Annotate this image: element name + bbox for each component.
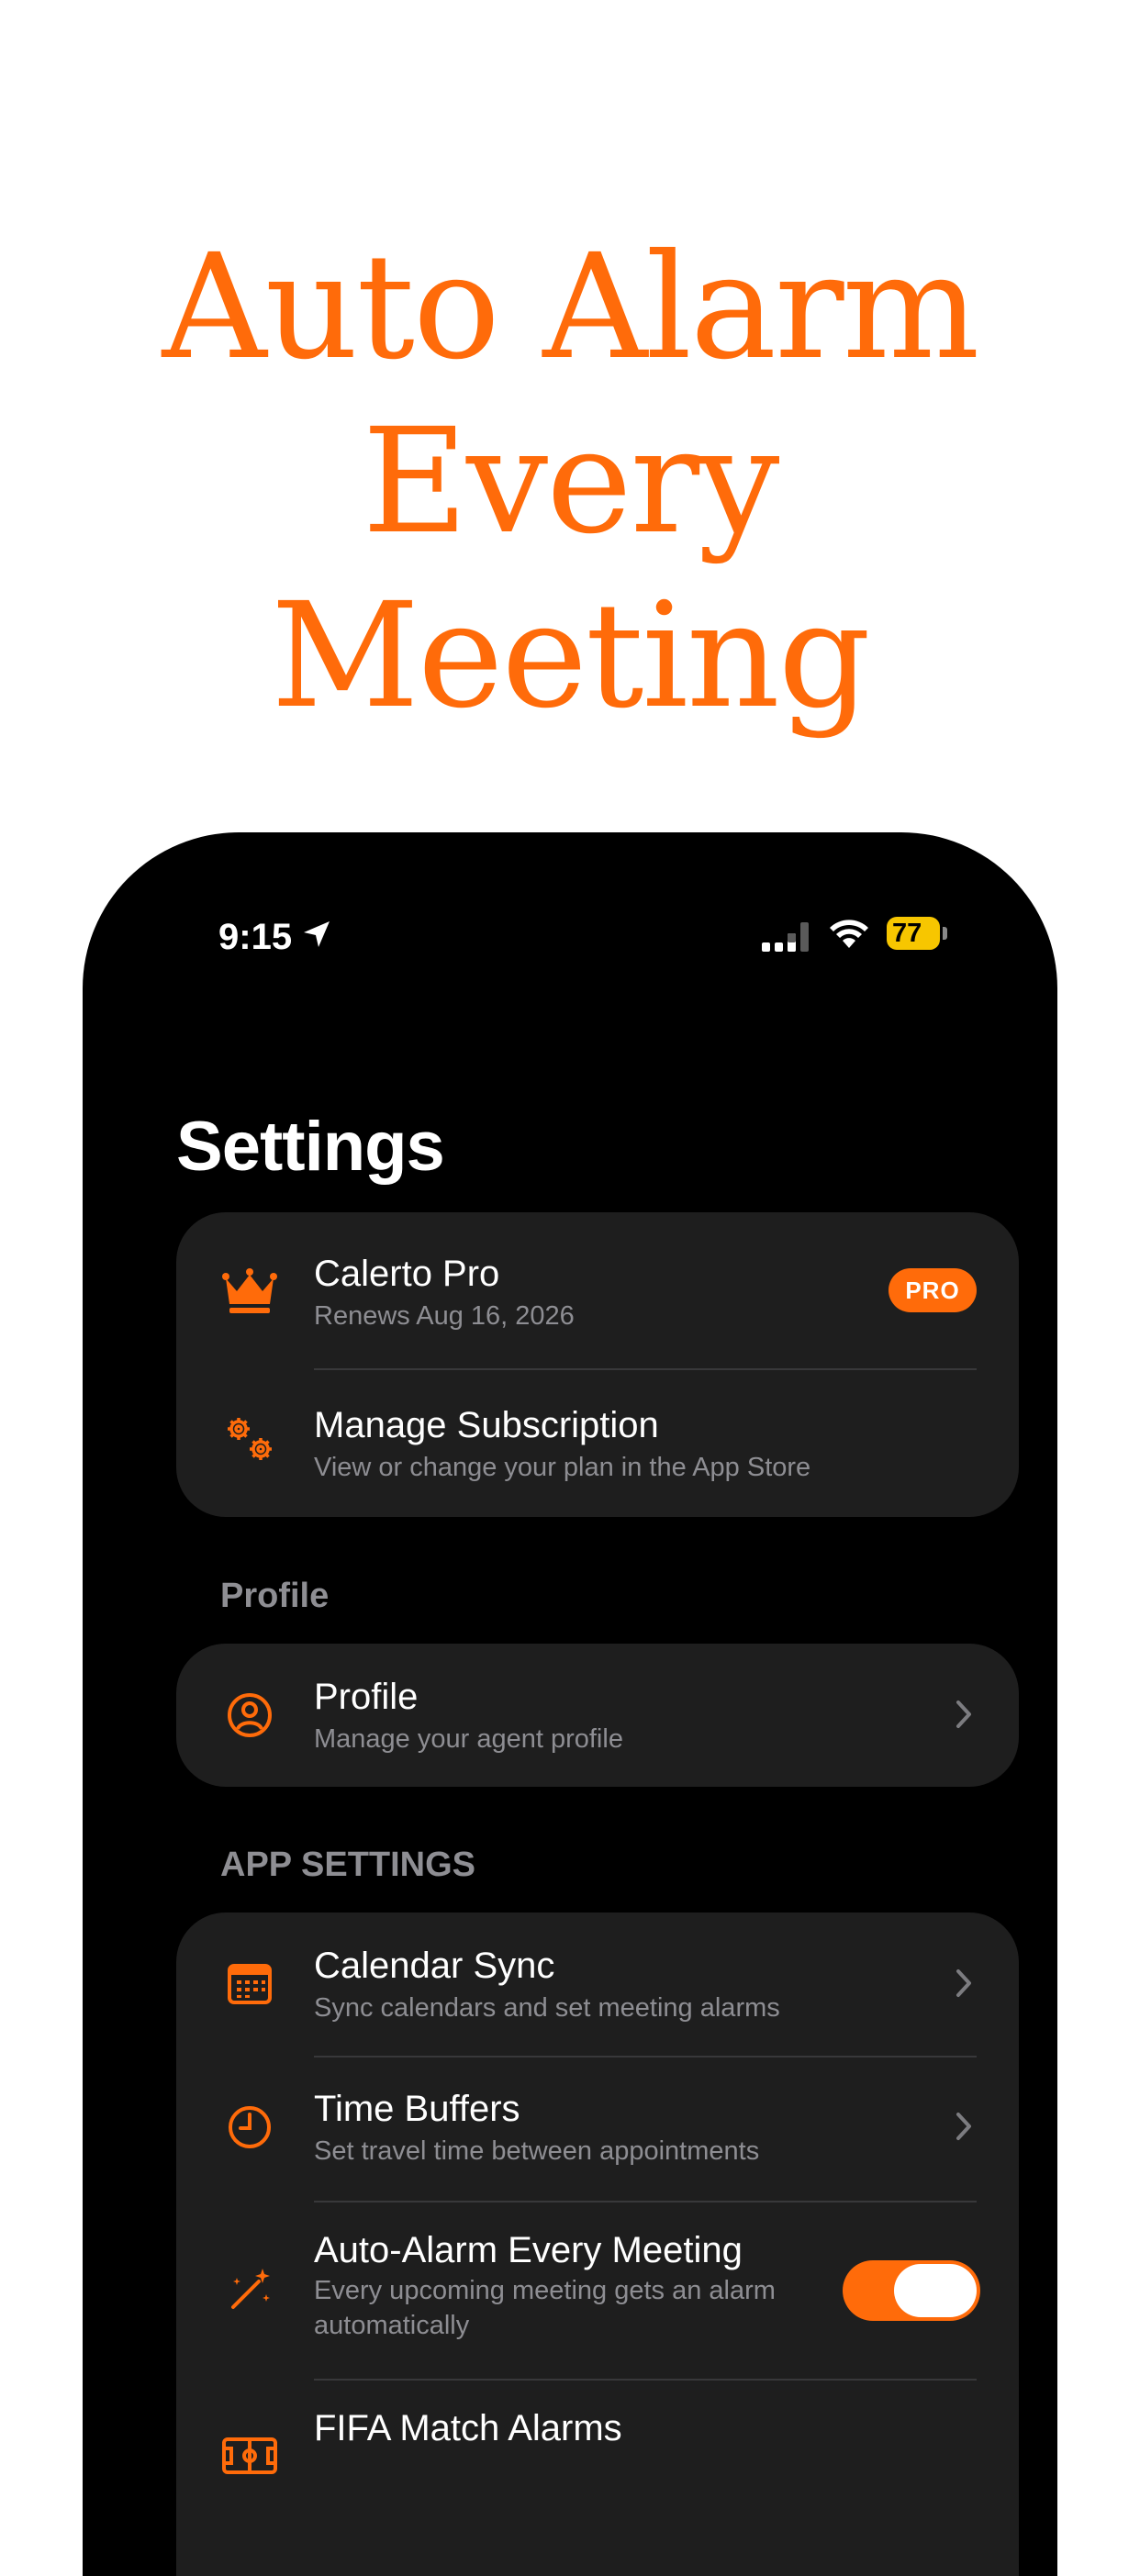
profile-title: Profile: [314, 1677, 419, 1717]
magic-wand-icon: [231, 2269, 270, 2309]
time-buffers-title: Time Buffers: [314, 2089, 520, 2129]
location-arrow-icon: [304, 921, 330, 947]
phone-screen: 9:15 77 Settings Calerto Pro Renews Aug …: [105, 854, 1035, 2576]
headline-line-2: Every: [362, 397, 780, 566]
soccer-field-icon: [222, 2437, 277, 2474]
time-buffers-row[interactable]: Time Buffers Set travel time between app…: [176, 2057, 1019, 2201]
calendar-sync-row[interactable]: Calendar Sync Sync calendars and set mee…: [176, 1912, 1019, 2056]
calendar-sync-subtitle: Sync calendars and set meeting alarms: [314, 1993, 780, 2023]
marketing-headline: Auto Alarm Every Meeting: [0, 220, 1140, 743]
status-bar: 9:15 77: [105, 911, 1035, 966]
pro-renewal-date: Renews Aug 16, 2026: [314, 1301, 575, 1331]
headline-line-1: Auto Alarm: [162, 223, 980, 392]
fifa-match-alarms-row[interactable]: FIFA Match Alarms: [176, 2381, 1019, 2524]
calerto-pro-row[interactable]: Calerto Pro Renews Aug 16, 2026 PRO: [176, 1212, 1019, 1368]
page-title: Settings: [176, 1108, 445, 1186]
crown-icon: [222, 1268, 277, 1313]
pro-title: Calerto Pro: [314, 1254, 500, 1294]
manage-subscription-row[interactable]: Manage Subscription View or change your …: [176, 1370, 1019, 1517]
battery-indicator: 77: [887, 917, 940, 950]
section-header-app-settings: APP SETTINGS: [220, 1846, 476, 1884]
profile-card: Profile Manage your agent profile: [176, 1644, 1019, 1787]
clock-icon: [229, 2106, 271, 2148]
calendar-icon: [228, 1964, 272, 2004]
auto-alarm-subtitle: Every upcoming meeting gets an alarm aut…: [314, 2276, 776, 2340]
chevron-right-icon: [956, 1701, 971, 1728]
gears-icon: [228, 1418, 272, 1460]
profile-subtitle: Manage your agent profile: [314, 1724, 623, 1754]
manage-subscription-title: Manage Subscription: [314, 1405, 659, 1445]
phone-frame: 9:15 77 Settings Calerto Pro Renews Aug …: [83, 832, 1057, 2576]
calendar-sync-title: Calendar Sync: [314, 1946, 555, 1986]
auto-alarm-title: Auto-Alarm Every Meeting: [314, 2230, 743, 2270]
chevron-right-icon: [956, 1969, 971, 1997]
wifi-icon: [830, 920, 868, 948]
cellular-signal-icon: [762, 922, 809, 952]
auto-alarm-toggle[interactable]: [843, 2260, 980, 2321]
chevron-right-icon: [956, 2113, 971, 2140]
pro-badge: PRO: [889, 1268, 977, 1312]
manage-subscription-subtitle: View or change your plan in the App Stor…: [314, 1453, 811, 1482]
profile-row[interactable]: Profile Manage your agent profile: [176, 1644, 1019, 1787]
app-settings-card: Calendar Sync Sync calendars and set mee…: [176, 1912, 1019, 2576]
person-circle-icon: [228, 1693, 272, 1737]
headline-line-3: Meeting: [271, 572, 871, 741]
subscription-card: Calerto Pro Renews Aug 16, 2026 PRO Mana…: [176, 1212, 1019, 1517]
time-buffers-subtitle: Set travel time between appointments: [314, 2136, 760, 2166]
status-time: 9:15: [218, 917, 293, 957]
battery-cap: [943, 927, 947, 940]
auto-alarm-row: Auto-Alarm Every Meeting Every upcoming …: [176, 2202, 1019, 2379]
battery-level: 77: [892, 919, 922, 948]
toggle-knob: [894, 2264, 977, 2317]
fifa-match-alarms-title: FIFA Match Alarms: [314, 2408, 622, 2448]
section-header-profile: Profile: [220, 1577, 330, 1615]
